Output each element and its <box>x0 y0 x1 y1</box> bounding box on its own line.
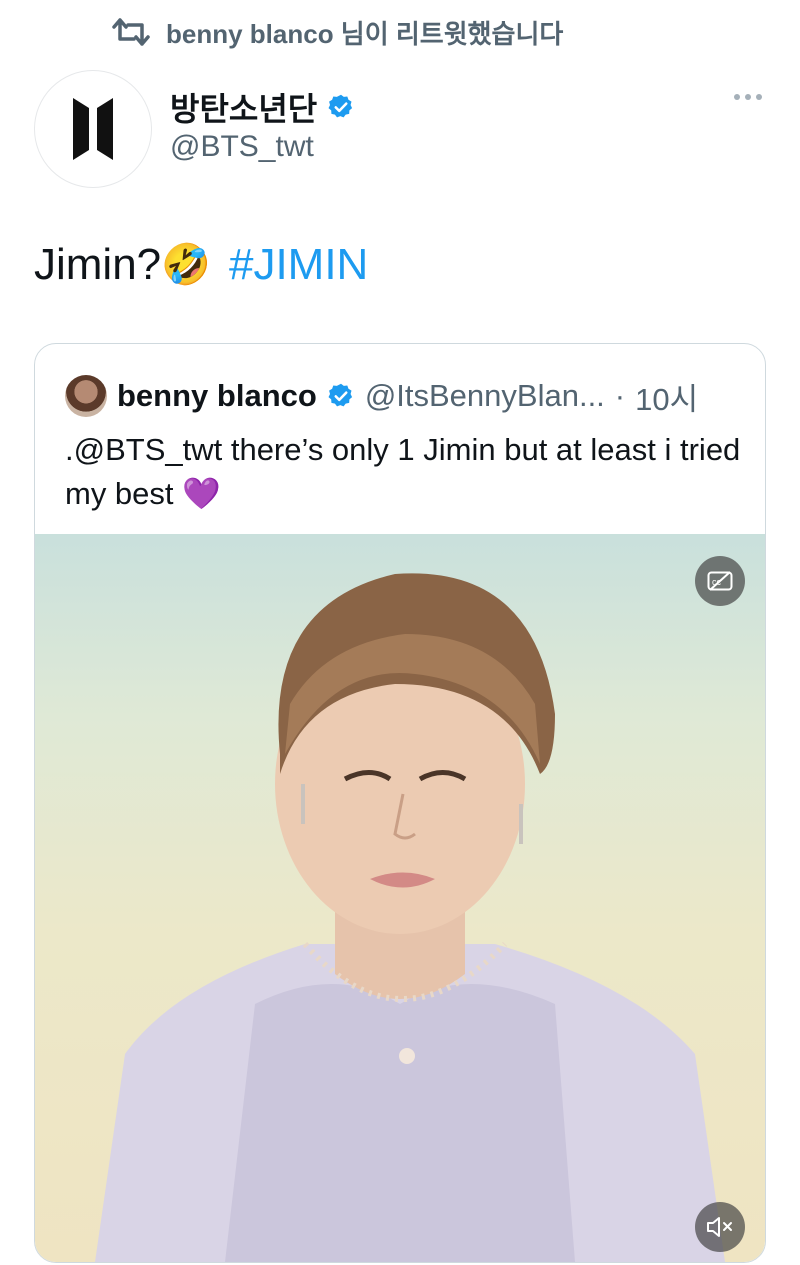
quote-header: benny blanco @ItsBennyBlan... · 10시 <box>65 374 698 418</box>
quote-body: .@BTS_twt there’s only 1 Jimin but at le… <box>65 432 741 511</box>
video-frame <box>95 573 725 1262</box>
author-name-row[interactable]: 방탄소년단 <box>170 84 355 130</box>
quote-text: .@BTS_twt there’s only 1 Jimin but at le… <box>65 428 745 516</box>
closed-captions-icon: cc <box>707 571 733 591</box>
tweet-body: Jimin? <box>34 240 162 289</box>
quote-author-handle[interactable]: @ItsBennyBlan... <box>365 378 605 414</box>
separator-dot: · <box>614 378 626 413</box>
purple-heart-emoji: 💜 <box>182 476 221 511</box>
retweet-indicator[interactable]: benny blanco 님이 리트윗했습니다 <box>110 14 563 50</box>
retweet-label: benny blanco 님이 리트윗했습니다 <box>166 18 564 49</box>
hashtag-link[interactable]: #JIMIN <box>229 238 368 292</box>
quote-timestamp[interactable]: 10시 <box>635 374 698 419</box>
closed-captions-button[interactable]: cc <box>695 556 745 606</box>
volume-muted-icon <box>707 1217 732 1237</box>
tweet-text: Jimin? 🤣 #JIMIN <box>34 238 368 292</box>
quote-avatar[interactable] <box>65 375 107 417</box>
rofl-emoji: 🤣 <box>161 243 211 287</box>
mute-button[interactable] <box>695 1202 745 1252</box>
more-options-button[interactable] <box>734 94 762 100</box>
author-handle[interactable]: @BTS_twt <box>170 130 314 164</box>
video-player[interactable]: cc <box>35 534 765 1262</box>
verified-badge-icon <box>328 94 353 118</box>
author-avatar[interactable] <box>34 70 152 188</box>
bts-logo-icon <box>73 98 113 160</box>
quoted-tweet[interactable]: benny blanco @ItsBennyBlan... · 10시 .@BT… <box>34 343 766 1263</box>
more-options-icon <box>734 94 740 100</box>
quote-author-name[interactable]: benny blanco <box>117 378 317 414</box>
retweet-icon <box>112 18 150 46</box>
author-name: 방탄소년단 <box>170 91 318 127</box>
verified-badge-icon <box>328 383 352 407</box>
